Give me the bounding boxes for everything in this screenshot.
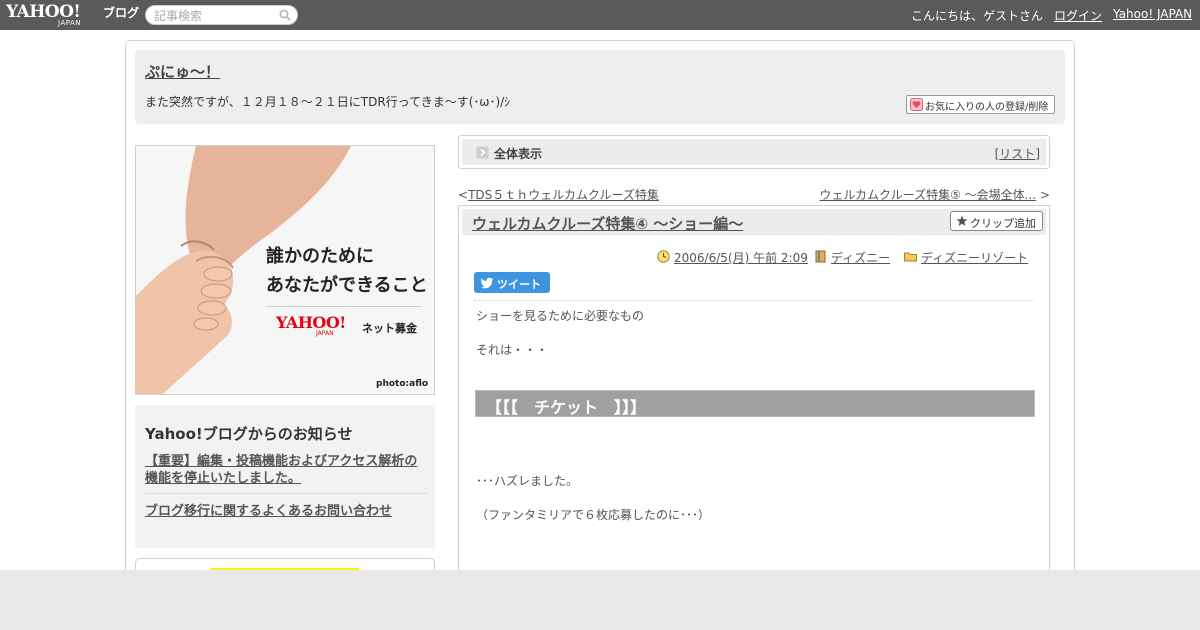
notice-divider <box>145 493 427 494</box>
article-title[interactable]: ウェルカムクルーズ特集④ ～ショー編～ <box>472 213 743 234</box>
search-input[interactable] <box>154 8 274 23</box>
article-text-line4: （ファンタミリアで６枚応募したのに･･･） <box>476 508 711 522</box>
prev-article-nav: <TDS５ｔｈウェルカムクルーズ特集 <box>458 188 659 202</box>
ad-divider <box>266 306 421 307</box>
article-text-line2: それは・・・ <box>476 343 549 357</box>
ad-copy-line2: あなたができること <box>266 275 428 296</box>
greeting-text: こんにちは、ゲストさん <box>911 9 1044 23</box>
article-text-line3: ･･･ハズレました。 <box>476 474 579 488</box>
notice-heading: Yahoo!ブログからのお知らせ <box>145 425 353 443</box>
book-icon <box>815 250 826 263</box>
ad-copy-line1: 誰かのために <box>266 246 374 267</box>
article-category-link[interactable]: ディズニー <box>831 249 890 266</box>
all-view-bar: 全体表示 [リスト] <box>458 135 1050 169</box>
article-heading-text: 【【【 チケット 】】】 <box>486 398 647 417</box>
article-folder-link[interactable]: ディズニーリゾート <box>921 249 1028 266</box>
clip-add-label: クリップ追加 <box>970 217 1036 230</box>
arrow-box-icon <box>476 146 489 159</box>
ad-yahoo-logo: YAHOO! <box>276 313 346 332</box>
next-article-link[interactable]: ウェルカムクルーズ特集⑤ ～会場全体... <box>819 188 1036 202</box>
clock-icon <box>657 250 670 263</box>
all-view-label[interactable]: 全体表示 <box>494 145 542 162</box>
tweet-label: ツイート <box>497 278 541 291</box>
yahoo-japan-link[interactable]: Yahoo! JAPAN <box>1113 7 1192 21</box>
twitter-bird-icon <box>481 277 493 289</box>
article-date-link[interactable]: 2006/6/5(月) 午前 2:09 <box>674 249 808 266</box>
notice-link-important[interactable]: 【重要】編集・投稿機能およびアクセス解析の機能を停止いたしました。 <box>145 453 427 487</box>
article-text-line1: ショーを見るために必要なもの <box>476 309 645 323</box>
ad-label: ネット募金 <box>362 322 417 335</box>
charity-ad-banner[interactable]: 誰かのために あなたができること YAHOO! JAPAN ネット募金 phot… <box>135 145 435 395</box>
list-view-link[interactable]: リスト <box>999 147 1035 161</box>
clip-add-button[interactable]: クリップ追加 <box>950 211 1043 231</box>
yahoo-blog-logo[interactable]: YAHOO! JAPAN ブログ <box>6 2 141 28</box>
search-box <box>145 5 298 25</box>
favorite-register-label: お気に入りの人の登録/削除 <box>925 102 1049 113</box>
logo-japan: JAPAN <box>58 19 82 27</box>
blog-notice-box: Yahoo!ブログからのお知らせ 【重要】編集・投稿機能およびアクセス解析の機能… <box>135 405 435 548</box>
next-article-nav: ウェルカムクルーズ特集⑤ ～会場全体... > <box>819 188 1050 202</box>
search-icon[interactable] <box>279 9 291 21</box>
article-divider <box>474 300 1034 301</box>
star-icon <box>956 215 968 226</box>
article-header: ウェルカムクルーズ特集④ ～ショー編～ クリップ追加 <box>462 209 1046 235</box>
blog-description: また突然ですが、１２月１８～２１日にTDR行ってきま～す(･ω･)/ｼ <box>145 95 511 109</box>
logo-blog: ブログ <box>103 6 140 20</box>
article-box: ウェルカムクルーズ特集④ ～ショー編～ クリップ追加 2006/6/5(月) 午… <box>458 205 1050 600</box>
ad-photo-credit: photo:aflo <box>376 379 429 389</box>
blog-title[interactable]: ぷにゅ～！ <box>145 61 220 82</box>
prev-article-link[interactable]: TDS５ｔｈウェルカムクルーズ特集 <box>468 188 659 202</box>
notice-link-faq[interactable]: ブログ移行に関するよくあるお問い合わせ <box>145 500 392 519</box>
global-header: YAHOO! JAPAN ブログ こんにちは、ゲストさん ログイン Yahoo!… <box>0 0 1200 30</box>
heart-user-icon <box>910 98 923 111</box>
ad-yahoo-logo-sub: JAPAN <box>316 330 334 337</box>
favorite-register-button[interactable]: お気に入りの人の登録/削除 <box>906 95 1055 114</box>
login-link[interactable]: ログイン <box>1054 7 1102 24</box>
tweet-button[interactable]: ツイート <box>474 272 550 293</box>
list-view-control: [リスト] <box>994 147 1040 161</box>
article-heading-bar: 【【【 チケット 】】】 <box>475 390 1035 417</box>
blog-header: ぷにゅ～！ また突然ですが、１２月１８～２１日にTDR行ってきま～す(･ω･)/… <box>135 50 1065 124</box>
folder-icon <box>904 252 917 262</box>
page-footer-band <box>0 570 1200 630</box>
